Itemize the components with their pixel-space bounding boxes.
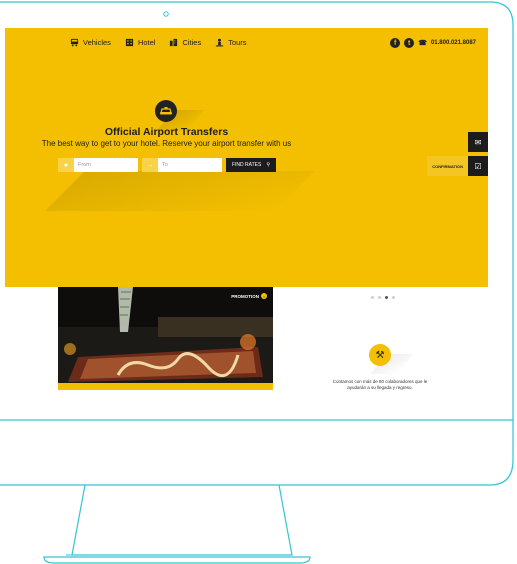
phone-icon: ☎: [418, 40, 427, 47]
person-icon: [216, 38, 224, 47]
form-shadow: [45, 171, 315, 211]
chevron-right-icon: ›: [261, 293, 267, 299]
nav-item-label: Cities: [182, 38, 202, 47]
staff-description: Contamos con más de 80 colaboradores que…: [332, 379, 428, 390]
mail-icon[interactable]: ✉: [468, 132, 488, 152]
calendar-check-icon: ☑: [468, 156, 488, 176]
nav-item-tours[interactable]: Tours: [215, 38, 247, 47]
nav-item-label: Hotel: [137, 38, 156, 47]
nav-item-cities[interactable]: Cities: [169, 38, 201, 47]
carousel-dot[interactable]: [392, 296, 395, 299]
charlies-sign-image: [58, 287, 273, 390]
luggage-helper-icon: ⚒: [369, 344, 391, 366]
to-input[interactable]: To: [158, 158, 222, 172]
search-icon: ⚲: [266, 162, 271, 168]
find-rates-button[interactable]: FIND RATES ⚲: [226, 158, 276, 172]
find-rates-label: FIND RATES: [231, 162, 262, 168]
from-input[interactable]: From: [74, 158, 138, 172]
hero-title: Official Airport Transfers: [104, 126, 229, 138]
contact-bar: f t ☎ 01.800.021.8087: [390, 38, 476, 48]
main-nav: Vehicles Hotel Cities Tours: [70, 38, 247, 47]
promotion-badge: PROMOTION ›: [231, 293, 267, 299]
twitter-icon[interactable]: t: [404, 38, 415, 48]
confirmation-tab[interactable]: CONFIRMATION ☑: [427, 156, 488, 176]
taxi-icon: [155, 100, 177, 122]
carousel-dots: [371, 296, 395, 299]
search-form: ● From → To FIND RATES ⚲: [58, 158, 276, 172]
carousel-dot[interactable]: [371, 296, 374, 299]
carousel-dot-active[interactable]: [385, 296, 388, 299]
content-section: PROMOTION › ⚒ Contamos con más de 80 col…: [5, 287, 488, 390]
phone-number: 01.800.021.8087: [430, 40, 476, 46]
bus-icon: [70, 38, 79, 47]
page: Vehicles Hotel Cities Tours f t ☎ 01.800…: [0, 0, 517, 564]
promotion-label: PROMOTION: [231, 293, 259, 299]
carousel-dot[interactable]: [378, 296, 381, 299]
promotion-image[interactable]: PROMOTION ›: [58, 287, 273, 390]
nav-item-vehicles[interactable]: Vehicles: [70, 38, 111, 47]
arrow-right-icon: →: [142, 158, 158, 172]
building-icon: [125, 38, 134, 47]
nav-item-label: Vehicles: [83, 38, 111, 47]
city-icon: [170, 38, 178, 47]
website-screen: Vehicles Hotel Cities Tours f t ☎ 01.800…: [5, 28, 488, 390]
location-pin-icon: ●: [58, 158, 74, 172]
confirmation-label: CONFIRMATION: [427, 156, 468, 176]
nav-item-label: Tours: [228, 38, 247, 47]
nav-item-hotel[interactable]: Hotel: [125, 38, 156, 47]
hero-subtitle: The best way to get to your hotel. Reser…: [41, 139, 292, 148]
facebook-icon[interactable]: f: [390, 38, 401, 48]
